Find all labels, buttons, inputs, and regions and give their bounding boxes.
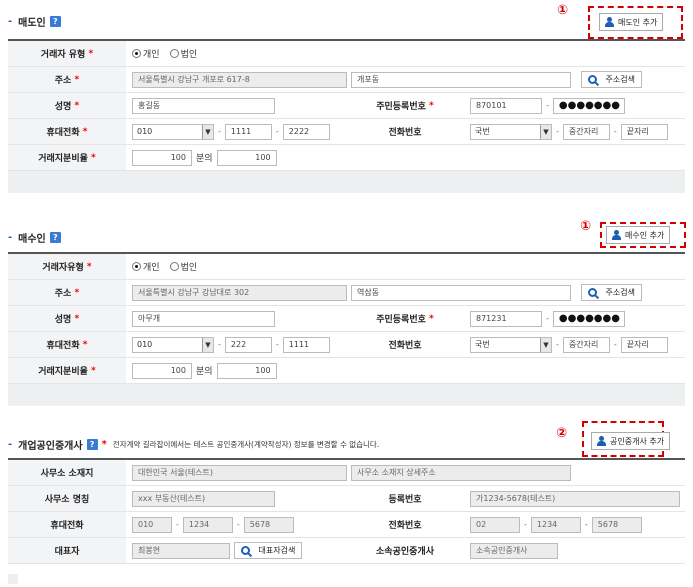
phone-prefix-select[interactable]: 국번 ▼	[470, 123, 552, 140]
address-field[interactable]: 서울특별시 강남구 개포로 617-8	[132, 71, 347, 88]
broker-section-title: - 개업공인중개사 ? * 전자계약 길라잡이에서는 테스트 공인중개사(계약작…	[8, 439, 380, 452]
name-field[interactable]: 아무개	[132, 310, 275, 327]
table-row: 휴대전화 010 - 1234 - 5678 전화번호 02 - 1234 - …	[8, 512, 685, 538]
table-row: 휴대전화 * 010 ▼ - 1111 - 2222 전화번호 국번 ▼ - 중간자…	[8, 119, 685, 145]
table-row: 휴대전화 * 010 ▼ - 222 - 1111 전화번호 국번 ▼ - 중간자리…	[8, 332, 685, 358]
chevron-down-icon: ▼	[202, 337, 213, 352]
address-search-button[interactable]: 주소검색	[581, 284, 642, 301]
table-row: 대표자 최봉현 대표자검색 소속공인중개사 소속공인중개사	[8, 538, 685, 564]
broker-title: 개업공인중개사	[18, 441, 83, 452]
address-search-button[interactable]: 주소검색	[581, 71, 642, 88]
address-detail-field[interactable]: 역삼동	[351, 284, 571, 301]
share-denominator-field[interactable]: 100	[216, 362, 277, 379]
share-numerator-field[interactable]: 100	[132, 149, 192, 166]
mobile-prefix-select[interactable]: 010 ▼	[132, 123, 214, 140]
person-add-icon	[597, 436, 607, 446]
buyer-section-title: - 매수인 ?	[8, 230, 61, 245]
seller-title: 매도인	[18, 18, 46, 29]
marker-1: ①	[557, 3, 569, 18]
office-address-detail-field: 사무소 소재지 상세주소	[351, 464, 571, 481]
phone-last-field: 5678	[591, 516, 642, 533]
help-icon[interactable]: ?	[49, 16, 61, 27]
add-seller-button[interactable]: 매도인 추가	[599, 13, 664, 31]
share-numerator-field[interactable]: 100	[132, 362, 192, 379]
phone-prefix-field: 02	[470, 516, 520, 533]
chevron-down-icon: ▼	[202, 124, 213, 139]
buyer-title: 매수인	[18, 234, 46, 245]
mobile-mid-field[interactable]: 1111	[224, 123, 272, 140]
radio-individual[interactable]: 개인	[132, 260, 160, 273]
chevron-down-icon: ▼	[540, 337, 551, 352]
table-row: 성명 * 아무개 주민등록번호 * 871231 - ●●●●●●●	[8, 306, 685, 332]
representative-field: 최봉현	[132, 542, 230, 559]
section-divider	[8, 171, 685, 193]
mobile-prefix-select[interactable]: 010 ▼	[132, 336, 214, 353]
search-icon	[241, 546, 250, 555]
mobile-mid-field: 1234	[182, 516, 233, 533]
chevron-down-icon: ▼	[540, 124, 551, 139]
name-field[interactable]: 홍길동	[132, 97, 275, 114]
radio-individual[interactable]: 개인	[132, 47, 160, 60]
registration-number-field: 가1234-5678(테스트)	[470, 490, 680, 507]
office-address-field: 대한민국 서울(테스트)	[132, 464, 347, 481]
search-icon	[588, 75, 597, 84]
person-add-icon	[605, 17, 615, 27]
search-icon	[588, 288, 597, 297]
table-row: 주소 * 서울특별시 강남구 개포로 617-8 개포동 주소검색	[8, 67, 685, 93]
table-row: 거래자 유형 * 개인 법인	[8, 41, 685, 67]
marker-2: ②	[556, 426, 568, 441]
rrn-front-field[interactable]: 870101	[470, 97, 542, 114]
table-row: 거래자유형 * 개인 법인	[8, 254, 685, 280]
office-name-field: xxx 부동산(테스트)	[132, 490, 275, 507]
rrn-back-field[interactable]: ●●●●●●●	[552, 97, 625, 114]
table-row: 주소 * 서울특별시 강남구 강남대로 302 역삼동 주소검색	[8, 280, 685, 306]
phone-mid-field[interactable]: 중간자리	[562, 123, 610, 140]
phone-mid-field[interactable]: 중간자리	[562, 336, 610, 353]
broker-note: 전자계약 길라잡이에서는 테스트 공인중개사(계약작성자) 정보를 변경할 수 …	[112, 440, 380, 449]
phone-prefix-select[interactable]: 국번 ▼	[470, 336, 552, 353]
help-icon[interactable]: ?	[49, 232, 61, 243]
mobile-mid-field[interactable]: 222	[224, 336, 272, 353]
table-row: 사무소 소재지 대한민국 서울(테스트) 사무소 소재지 상세주소	[8, 460, 685, 486]
phone-last-field[interactable]: 끝자리	[620, 336, 668, 353]
affiliated-broker-field: 소속공인중개사	[470, 542, 558, 559]
mobile-last-field[interactable]: 2222	[282, 123, 330, 140]
footer-block	[8, 574, 18, 584]
address-field[interactable]: 서울특별시 강남구 강남대로 302	[132, 284, 347, 301]
mobile-last-field[interactable]: 1111	[282, 336, 330, 353]
representative-search-button[interactable]: 대표자검색	[234, 542, 303, 559]
marker-1: ①	[580, 219, 592, 234]
help-icon[interactable]: ?	[86, 439, 98, 450]
section-divider	[8, 384, 685, 406]
table-row: 성명 * 홍길동 주민등록번호 * 870101 - ●●●●●●●	[8, 93, 685, 119]
add-broker-button[interactable]: 공인중개사 추가	[591, 432, 671, 450]
buyer-table: 거래자유형 * 개인 법인 주소 * 서울특별시 강남구 강남대로 302 역삼…	[8, 252, 685, 384]
address-detail-field[interactable]: 개포동	[351, 71, 571, 88]
table-row: 사무소 명칭 xxx 부동산(테스트) 등록번호 가1234-5678(테스트)	[8, 486, 685, 512]
add-buyer-button[interactable]: 매수인 추가	[606, 226, 671, 244]
rrn-back-field[interactable]: ●●●●●●●	[552, 310, 625, 327]
share-denominator-field[interactable]: 100	[216, 149, 277, 166]
person-add-icon	[612, 230, 622, 240]
phone-mid-field: 1234	[530, 516, 581, 533]
mobile-prefix-field: 010	[132, 516, 172, 533]
phone-last-field[interactable]: 끝자리	[620, 123, 668, 140]
mobile-last-field: 5678	[243, 516, 294, 533]
broker-table: 사무소 소재지 대한민국 서울(테스트) 사무소 소재지 상세주소 사무소 명칭…	[8, 458, 685, 564]
table-row: 거래지분비율 * 100 분의 100	[8, 358, 685, 384]
rrn-front-field[interactable]: 871231	[470, 310, 542, 327]
radio-corporation[interactable]: 법인	[169, 47, 197, 60]
seller-table: 거래자 유형 * 개인 법인 주소 * 서울특별시 강남구 개포로 617-8 …	[8, 39, 685, 171]
seller-section-title: - 매도인 ?	[8, 14, 61, 29]
table-row: 거래지분비율 * 100 분의 100	[8, 145, 685, 171]
radio-corporation[interactable]: 법인	[169, 260, 197, 273]
